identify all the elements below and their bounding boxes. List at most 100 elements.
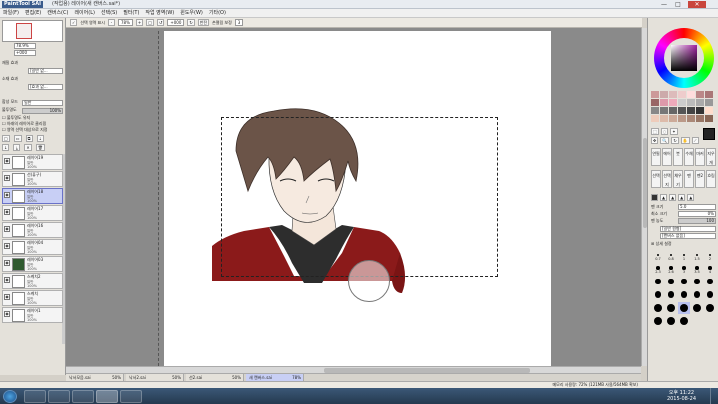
nav-zoom-field[interactable]: 78.9% (14, 43, 36, 49)
color-swatch[interactable] (696, 99, 704, 106)
brush-size-preset[interactable] (665, 302, 677, 314)
primary-color-swatch[interactable] (703, 128, 715, 140)
rotate-right-button[interactable]: ↻ (187, 19, 195, 26)
min-size-slider[interactable]: 0% (678, 211, 716, 217)
taskbar-explorer-icon[interactable] (24, 390, 46, 403)
brush-shape-5[interactable]: ▲ (687, 194, 695, 201)
opacity-slider[interactable]: 100% (22, 108, 63, 114)
color-swatch[interactable] (705, 107, 713, 114)
merge-down-button[interactable]: ⤓ (13, 144, 21, 151)
move-tool-icon[interactable]: ✥ (651, 137, 659, 144)
navigator-viewport[interactable] (16, 23, 32, 39)
menu-item[interactable]: 편집(E) (22, 9, 44, 18)
brush-tool[interactable]: 흐림 (706, 170, 716, 188)
system-clock[interactable]: 오후 11:22 2015-08-24 (667, 390, 696, 402)
merge-layer-button[interactable]: ⇣ (36, 135, 44, 142)
new-folder-button[interactable]: ▭ (13, 135, 22, 142)
close-button[interactable]: ✕ (688, 1, 706, 8)
clear-layer-button[interactable]: ✕ (24, 144, 32, 151)
brush-shape-4[interactable]: ▲ (678, 194, 686, 201)
brush-size-preset[interactable] (665, 315, 677, 327)
color-swatch[interactable] (705, 91, 713, 98)
brush-tool[interactable]: 에어 (662, 148, 672, 166)
layer-item[interactable]: ◉ 레이어04 일반 100% (2, 239, 63, 255)
brush-tool[interactable]: 수채 (684, 148, 694, 166)
color-swatch[interactable] (651, 99, 659, 106)
layer-item[interactable]: ◉ 레이어19 일반 100% (2, 154, 63, 170)
color-swatch[interactable] (660, 91, 668, 98)
color-swatch[interactable] (651, 91, 659, 98)
taskbar-sai-icon[interactable] (96, 390, 118, 403)
eye-icon[interactable]: ◉ (4, 294, 10, 300)
color-swatch[interactable] (669, 107, 677, 114)
color-swatch[interactable] (705, 99, 713, 106)
layer-item[interactable]: ◉ 레이어1 일반 100% (2, 307, 63, 323)
eye-icon[interactable]: ◉ (4, 311, 10, 317)
color-swatch[interactable] (696, 91, 704, 98)
brush-size-preset[interactable] (691, 276, 703, 288)
color-swatch[interactable] (705, 115, 713, 122)
layer-item[interactable]: ◉ 레이어03 일반 100% (2, 256, 63, 272)
brush-size-preset[interactable] (678, 276, 690, 288)
brush-tool[interactable]: 지우개 (706, 148, 716, 166)
stabilizer-field[interactable]: 3 (234, 19, 244, 26)
start-button[interactable] (3, 390, 17, 403)
brush-shape-select[interactable]: [일반 원형] (660, 226, 716, 232)
brush-size-preset[interactable]: 2.6 (665, 263, 677, 275)
minimize-button[interactable]: — (658, 1, 670, 8)
color-swatch[interactable] (669, 115, 677, 122)
brush-size-preset[interactable] (652, 289, 664, 301)
brush-size-preset[interactable] (678, 289, 690, 301)
hand-tool-icon[interactable]: ✋ (680, 137, 690, 144)
color-swatch[interactable] (678, 107, 686, 114)
color-swatch[interactable] (687, 91, 695, 98)
navigator-preview[interactable] (2, 20, 63, 42)
menu-item[interactable]: 레이어(L) (71, 9, 98, 18)
brush-tool[interactable]: 채우기 (673, 170, 683, 188)
select-source-checkbox[interactable]: ☐ 영역 선택 대상으로 지정 (2, 127, 47, 133)
flip-button[interactable]: 반전 (197, 19, 210, 26)
color-swatch[interactable] (678, 115, 686, 122)
color-swatch[interactable] (696, 107, 704, 114)
color-swatch[interactable] (678, 91, 686, 98)
pen-size-slider[interactable]: 5.0 (678, 204, 716, 210)
menu-item[interactable]: 파일(F) (0, 9, 22, 18)
brush-tool[interactable]: 선택 (651, 170, 661, 188)
taskbar-chrome-icon[interactable] (72, 390, 94, 403)
eye-icon[interactable]: ◉ (4, 192, 10, 198)
menu-item[interactable]: 기타(O) (206, 9, 229, 18)
eye-icon[interactable]: ◉ (4, 175, 10, 181)
brush-shape-2[interactable]: ▲ (660, 194, 668, 201)
layer-item[interactable]: ◉ 스케치 일반 100% (2, 290, 63, 306)
color-square[interactable] (671, 45, 697, 71)
menu-item[interactable]: 선택(S) (98, 9, 120, 18)
brush-tool[interactable]: 펜 (684, 170, 694, 188)
brush-size-preset[interactable]: 0.7 (652, 250, 664, 262)
menu-item[interactable]: 캔버스(C) (44, 9, 71, 18)
color-swatch[interactable] (687, 115, 695, 122)
magic-wand-icon[interactable]: ✦ (670, 128, 678, 135)
canvas-area[interactable] (66, 28, 641, 366)
lasso-tool-icon[interactable]: ◌ (660, 128, 669, 135)
zoom-reset-button[interactable]: □ (146, 19, 155, 26)
brush-texture-select[interactable]: [캔버스 없음] (660, 233, 716, 239)
brush-size-preset[interactable] (704, 289, 716, 301)
brush-size-preset[interactable]: 1 (678, 250, 690, 262)
brush-size-preset[interactable]: 3.5 (691, 263, 703, 275)
brush-size-preset[interactable]: 1.5 (691, 250, 703, 262)
color-swatch[interactable] (660, 99, 668, 106)
brush-size-preset[interactable]: 2.3 (652, 263, 664, 275)
zoom-tool-icon[interactable]: 🔍 (660, 137, 670, 144)
color-swatch[interactable] (687, 107, 695, 114)
detail-settings-toggle[interactable]: ⊞ 상세 설정 (651, 241, 672, 247)
brush-size-preset[interactable] (704, 302, 716, 314)
angle-field[interactable]: +000 (167, 19, 185, 26)
brush-tool[interactable]: 선택지 (662, 170, 672, 188)
zoom-in-button[interactable]: + (135, 19, 144, 26)
brush-shape-3[interactable]: ▲ (669, 194, 677, 201)
color-swatch[interactable] (660, 107, 668, 114)
nav-angle-field[interactable]: +000 (14, 50, 36, 56)
brush-tool[interactable]: 붓 (673, 148, 683, 166)
brush-size-preset[interactable] (691, 302, 703, 314)
color-swatch[interactable] (660, 115, 668, 122)
